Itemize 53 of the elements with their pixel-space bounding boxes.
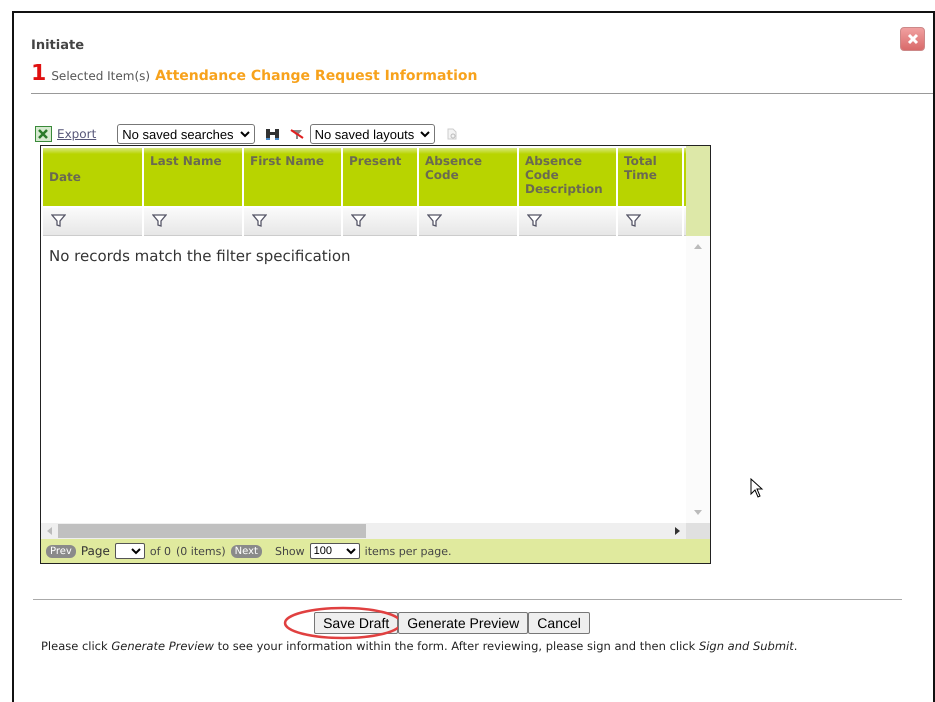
filter-cell[interactable]	[419, 208, 517, 236]
mouse-cursor-icon	[750, 478, 764, 498]
action-button[interactable]: Cancel	[528, 612, 590, 634]
binoculars-icon[interactable]	[264, 127, 280, 141]
dialog-title: Initiate	[31, 36, 84, 52]
instructions-text: Please click Generate Preview to see your information within the form. After reviewing, please sign and then click Sign and Submit.	[40, 639, 798, 653]
filter-cell[interactable]	[43, 208, 142, 236]
filter-icon[interactable]	[51, 214, 66, 227]
column-header[interactable]: Last Name	[144, 148, 242, 206]
show-label: Show	[274, 544, 305, 558]
filter-cell[interactable]	[618, 208, 682, 236]
column-header[interactable]: Present	[343, 148, 417, 206]
saved-searches-dropdown[interactable]: No saved searches	[117, 124, 255, 144]
clear-filter-icon[interactable]	[290, 128, 304, 140]
filter-cell[interactable]	[519, 208, 616, 236]
column-header[interactable]: First Name	[244, 148, 341, 206]
column-header[interactable]: Absence Code Description	[519, 148, 616, 206]
selected-label: Selected Item(s)	[51, 69, 150, 83]
scrollbar-corner	[686, 523, 710, 539]
caret-icon[interactable]	[346, 548, 356, 554]
filter-icon[interactable]	[152, 214, 167, 227]
close-button[interactable]	[900, 27, 925, 51]
filter-cell[interactable]	[244, 208, 341, 236]
horizontal-scrollbar[interactable]	[41, 523, 686, 539]
action-button[interactable]: Save Draft	[314, 612, 398, 634]
item-count: (0 items)	[176, 544, 226, 558]
filter-icon[interactable]	[427, 214, 442, 227]
filter-cell[interactable]	[343, 208, 417, 236]
filter-icon[interactable]	[527, 214, 542, 227]
empty-message: No records match the filter specification	[49, 247, 351, 265]
action-button[interactable]: Generate Preview	[398, 612, 528, 634]
caret-icon[interactable]	[420, 130, 430, 138]
page-label: Page	[80, 544, 110, 558]
column-header[interactable]: Total Time	[618, 148, 682, 206]
scroll-right-icon[interactable]	[675, 527, 680, 535]
saved-layouts-dropdown[interactable]: No saved layouts	[310, 124, 436, 144]
export-link[interactable]: Export	[57, 127, 96, 141]
spreadsheet-icon[interactable]	[35, 126, 52, 142]
caret-icon[interactable]	[130, 548, 141, 554]
filter-cell[interactable]	[144, 208, 242, 236]
filter-icon[interactable]	[626, 214, 641, 227]
form-title: Attendance Change Request Information	[155, 68, 478, 84]
page-count: of 0	[150, 544, 171, 558]
page-size-dropdown[interactable]: 100	[310, 543, 360, 559]
caret-icon[interactable]	[240, 130, 250, 138]
filter-icon[interactable]	[252, 214, 267, 227]
page-dropdown[interactable]	[114, 543, 145, 559]
filter-icon[interactable]	[351, 214, 366, 227]
selected-count: 1	[31, 63, 46, 85]
close-icon[interactable]	[906, 32, 920, 46]
column-header[interactable]: Absence Code	[419, 148, 517, 206]
per-page-label: items per page.	[364, 544, 452, 558]
column-header[interactable]: Date	[43, 148, 142, 206]
